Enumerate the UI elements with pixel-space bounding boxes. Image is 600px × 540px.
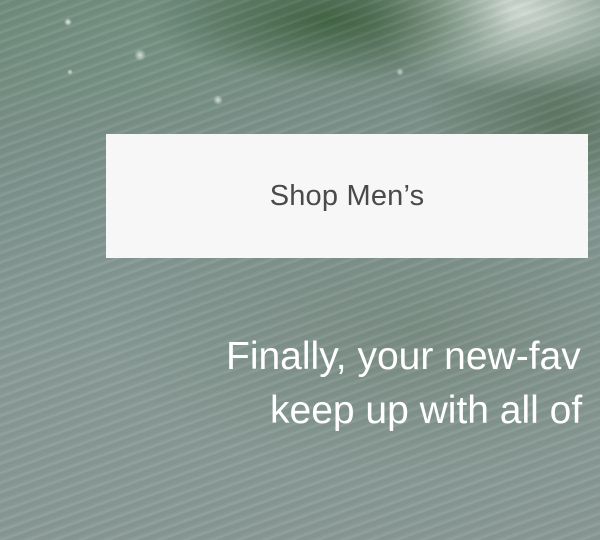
shop-mens-button[interactable]: Shop Men’s xyxy=(106,134,588,258)
hero-banner: Shop Men’s Finally, your new-fav keep up… xyxy=(0,0,600,540)
shop-mens-button-label: Shop Men’s xyxy=(269,179,425,212)
tagline-line-1: Finally, your new-fav xyxy=(226,335,581,378)
hero-tagline: Finally, your new-fav keep up with all o… xyxy=(226,330,600,438)
tagline-line-2: keep up with all of xyxy=(270,389,583,432)
